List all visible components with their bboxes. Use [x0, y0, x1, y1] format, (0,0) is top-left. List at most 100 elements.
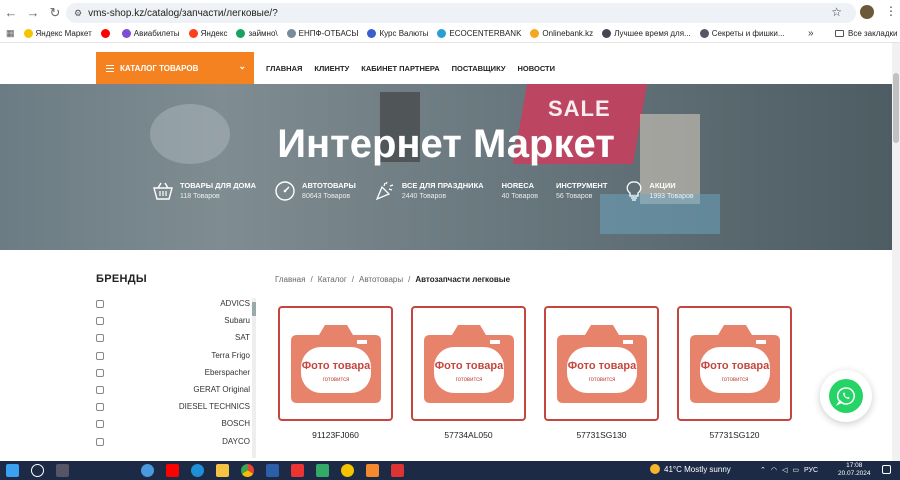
whatsapp-button[interactable] [820, 370, 872, 422]
language-indicator[interactable]: РУС [804, 467, 818, 474]
brand-checkbox[interactable] [96, 437, 104, 446]
task-view-icon[interactable] [56, 464, 69, 477]
breadcrumb-home[interactable]: Главная [275, 275, 305, 284]
forward-icon[interactable]: → [22, 2, 44, 24]
wifi-icon[interactable]: ◠ [771, 466, 777, 474]
search-icon[interactable] [31, 464, 44, 477]
browser-menu-icon[interactable]: ⋮ [885, 4, 897, 18]
bookmark-item[interactable]: ECOCENTERBANK [437, 29, 521, 38]
bookmark-item[interactable]: Секреты и фишки... [699, 29, 785, 38]
app-icon[interactable] [366, 464, 379, 477]
product-sku[interactable]: 57734AL050 [411, 430, 526, 440]
windows-start-icon[interactable] [6, 464, 19, 477]
category-auto-goods[interactable]: АВТОТОВАРЫ 80643 Товаров [274, 180, 356, 202]
brands-scrollbar[interactable] [252, 298, 256, 458]
hamburger-icon [106, 63, 114, 74]
product-sku[interactable]: 91123FJ060 [278, 430, 393, 440]
product-card[interactable]: Фото товара готовится 57734AL050 [411, 306, 526, 440]
breadcrumb-catalog[interactable]: Каталог [318, 275, 347, 284]
back-icon[interactable]: ← [0, 2, 22, 24]
brand-filter-row[interactable]: Terra Frigo [96, 348, 250, 365]
product-sku[interactable]: 57731SG130 [544, 430, 659, 440]
bookmark-item[interactable]: Курс Валюты [367, 29, 428, 38]
edge-icon[interactable] [191, 464, 204, 477]
photo-placeholder-text: Фото товара [567, 360, 636, 372]
product-card[interactable]: Фото товара готовится 91123FJ060 [278, 306, 393, 440]
page-scrollbar[interactable] [892, 43, 900, 461]
profile-avatar[interactable] [860, 5, 874, 19]
brand-filter-row[interactable]: SAT [96, 330, 250, 347]
brand-checkbox[interactable] [96, 300, 104, 308]
app-icon[interactable] [391, 464, 404, 477]
bookmark-item[interactable]: займно\ [236, 29, 278, 38]
category-horeca[interactable]: HORECA 40 Товаров [502, 180, 538, 202]
brands-filter-list: ADVICS Subaru SAT Terra Frigo Eberspacher GER… [96, 296, 250, 451]
scrollbar-thumb[interactable] [893, 73, 899, 143]
youtube-icon[interactable] [166, 464, 179, 477]
bookmark-favicon-icon [23, 29, 33, 38]
app-icon[interactable] [316, 464, 329, 477]
bookmark-item[interactable]: Onlinebank.kz [530, 29, 593, 38]
all-bookmarks-button[interactable]: Все закладки [835, 29, 897, 38]
category-tools[interactable]: ИНСТРУМЕНТ 56 Товаров [556, 180, 607, 202]
product-card[interactable]: Фото товара готовится 57731SG120 [677, 306, 792, 440]
brand-checkbox[interactable] [96, 368, 104, 377]
chrome-icon[interactable] [241, 464, 254, 477]
bookmark-item[interactable]: ЕНПФ-ОТБАСЫ [286, 29, 358, 38]
clock[interactable]: 17:08 20.07.2024 [838, 462, 871, 478]
file-explorer-icon[interactable] [216, 464, 229, 477]
brands-scrollbar-thumb[interactable] [252, 302, 256, 316]
volume-icon[interactable]: ◁ [782, 466, 787, 474]
nav-client[interactable]: КЛИЕНТУ [314, 64, 349, 73]
product-image[interactable]: Фото товара готовится [411, 306, 526, 421]
brand-filter-row[interactable]: GERAT Original [96, 382, 250, 399]
category-home-goods[interactable]: ТОВАРЫ ДЛЯ ДОМА 118 Товаров [152, 180, 256, 202]
bookmark-item[interactable]: Лучшее время для... [602, 29, 691, 38]
address-bar[interactable]: ⚙ vms-shop.kz/catalog/запчасти/легковые/… [66, 3, 856, 23]
brand-filter-row[interactable]: DAYCO [96, 434, 250, 451]
nav-partner-cabinet[interactable]: КАБИНЕТ ПАРТНЕРА [361, 64, 439, 73]
brand-filter-row[interactable]: Eberspacher [96, 365, 250, 382]
site-info-icon[interactable]: ⚙ [74, 8, 82, 19]
brand-filter-row[interactable]: Subaru [96, 313, 250, 330]
brand-checkbox[interactable] [96, 334, 104, 343]
brand-checkbox[interactable] [96, 420, 104, 429]
bookmark-item[interactable]: Авиабилеты [121, 29, 180, 38]
product-image[interactable]: Фото товара готовится [278, 306, 393, 421]
brand-checkbox[interactable] [96, 385, 104, 394]
notifications-icon[interactable] [882, 465, 891, 474]
app-icon[interactable] [266, 464, 279, 477]
weather-widget[interactable]: 41°C Mostly sunny [650, 464, 731, 474]
bookmark-item[interactable]: Яндекс [188, 29, 227, 38]
brand-checkbox[interactable] [96, 403, 104, 412]
brand-filter-row[interactable]: DIESEL TECHNICS [96, 399, 250, 416]
battery-icon[interactable]: ▭ [792, 466, 799, 474]
brand-checkbox[interactable] [96, 317, 104, 326]
product-image[interactable]: Фото товара готовится [677, 306, 792, 421]
bookmark-item[interactable]: Яндекс Маркет [23, 29, 92, 38]
chat-icon[interactable] [141, 464, 154, 477]
yandex-browser-icon[interactable] [341, 464, 354, 477]
all-bookmarks-label: Все закладки [848, 29, 898, 38]
brand-filter-row[interactable]: ADVICS [96, 296, 250, 313]
category-count: 40 Товаров [501, 193, 538, 200]
product-image[interactable]: Фото товара готовится [544, 306, 659, 421]
category-promotions[interactable]: АКЦИИ 1993 Товаров [625, 180, 694, 202]
brand-checkbox[interactable] [96, 351, 104, 360]
product-card[interactable]: Фото товара готовится 57731SG130 [544, 306, 659, 440]
breadcrumb-auto[interactable]: Автотовары [359, 275, 403, 284]
catalog-menu-button[interactable]: КАТАЛОГ ТОВАРОВ ⌄ [96, 52, 254, 84]
bookmark-star-icon[interactable]: ☆ [831, 5, 842, 19]
nav-home[interactable]: ГЛАВНАЯ [266, 64, 302, 73]
product-sku[interactable]: 57731SG120 [677, 430, 792, 440]
reload-icon[interactable]: ↻ [44, 2, 66, 24]
brand-filter-row[interactable]: BOSCH [96, 416, 250, 433]
apps-grid-icon[interactable]: ▦ [6, 28, 15, 39]
category-party[interactable]: ВСЕ ДЛЯ ПРАЗДНИКА 2440 Товаров [374, 180, 484, 202]
tray-chevron-icon[interactable]: ⌃ [760, 466, 766, 474]
yandex-icon[interactable] [291, 464, 304, 477]
nav-news[interactable]: НОВОСТИ [518, 64, 556, 73]
bookmark-item[interactable] [100, 29, 113, 38]
bookmarks-more-icon[interactable]: » [808, 28, 814, 39]
nav-supplier[interactable]: ПОСТАВЩИКУ [452, 64, 506, 73]
